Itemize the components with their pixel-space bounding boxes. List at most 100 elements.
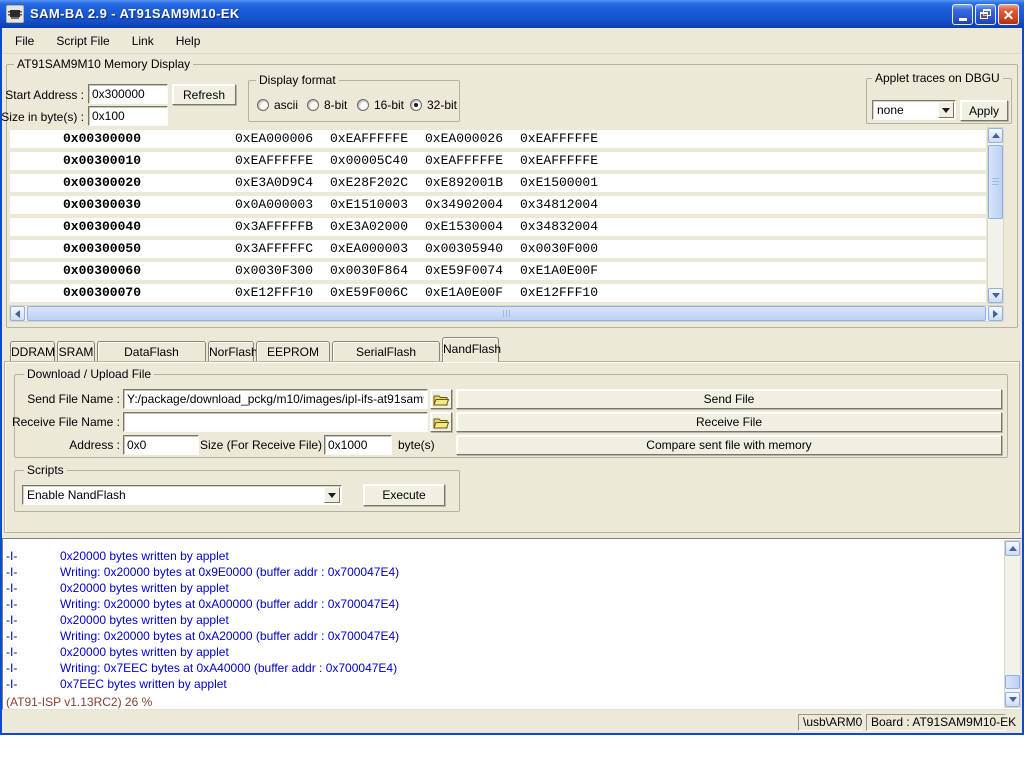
table-row: 0x00300010 0xEAFFFFFE 0x00005C40 0xEAFFF… xyxy=(10,152,986,170)
connection-status: \usb\ARM0 xyxy=(798,714,862,731)
start-address-input[interactable] xyxy=(88,84,168,104)
table-row: 0x00300070 0xE12FFF10 0xE59F006C 0xE1A0E… xyxy=(10,284,986,302)
scripts-combobox[interactable]: Enable NandFlash xyxy=(22,485,342,505)
radio-16-bit[interactable]: 16-bit xyxy=(357,98,404,112)
window-title: SAM-BA 2.9 - AT91SAM9M10-EK xyxy=(30,0,240,28)
browse-send-file-button[interactable] xyxy=(430,389,452,409)
minimize-icon xyxy=(959,18,967,21)
radio-ascii-circle-icon xyxy=(257,99,269,111)
log-line: -I-0x20000 bytes written by applet xyxy=(3,549,1001,565)
table-row: 0x00300050 0x3AFFFFFC 0xEA000003 0x00305… xyxy=(10,240,986,258)
scroll-down-button[interactable] xyxy=(988,288,1003,303)
board-status: Board : AT91SAM9M10-EK xyxy=(866,714,1006,731)
radio-32-bit[interactable]: 32-bit xyxy=(410,98,457,112)
execute-button[interactable]: Execute xyxy=(363,484,445,506)
send-file-button[interactable]: Send File xyxy=(456,389,1002,409)
folder-open-icon xyxy=(433,416,449,429)
memory-horizontal-scrollbar[interactable] xyxy=(9,305,1004,322)
tab-ddram[interactable]: DDRAM xyxy=(10,341,55,362)
scroll-left-button[interactable] xyxy=(10,306,25,321)
scripts-selected-value: Enable NandFlash xyxy=(27,488,126,502)
menu-item-help[interactable]: Help xyxy=(165,30,212,52)
thumb-grip-icon xyxy=(503,310,511,317)
table-row: 0x00300030 0x0A000003 0xE1510003 0x34902… xyxy=(10,196,986,214)
scroll-right-button[interactable] xyxy=(988,306,1003,321)
receive-file-name-label: Receive File Name : xyxy=(8,415,120,429)
log-lines: -I-0x20000 bytes written by applet -I-Wr… xyxy=(3,549,1001,693)
thumb-grip-icon xyxy=(992,178,999,186)
log-line: -I-Writing: 0x7EEC bytes at 0xA40000 (bu… xyxy=(3,661,1001,677)
download-upload-legend: Download / Upload File xyxy=(24,367,154,381)
scrollbar-thumb[interactable] xyxy=(27,306,986,321)
scroll-up-button[interactable] xyxy=(988,128,1003,143)
table-row: 0x00300020 0xE3A0D9C4 0xE28F202C 0xE8920… xyxy=(10,174,986,192)
tab-norflash[interactable]: NorFlash xyxy=(208,341,254,362)
tab-dataflash[interactable]: DataFlash AT45DB/DCB xyxy=(97,341,206,362)
log-prompt: (AT91-ISP v1.13RC2) 26 % xyxy=(6,695,152,709)
size-in-bytes-input[interactable] xyxy=(88,106,168,126)
browse-receive-file-button[interactable] xyxy=(430,412,452,432)
menu-bar: File Script File Link Help xyxy=(2,28,1022,54)
chevron-down-icon xyxy=(942,108,950,113)
scripts-dropdown-button[interactable] xyxy=(324,487,340,503)
refresh-button[interactable]: Refresh xyxy=(172,84,236,105)
minimize-button[interactable] xyxy=(952,4,973,25)
tab-nandflash[interactable]: NandFlash xyxy=(442,337,499,362)
arrow-down-icon xyxy=(992,293,1000,298)
scroll-down-button[interactable] xyxy=(1005,692,1020,707)
size-for-receive-input[interactable] xyxy=(324,435,392,455)
send-file-name-label: Send File Name : xyxy=(8,392,120,406)
receive-file-button[interactable]: Receive File xyxy=(456,412,1002,432)
scroll-up-button[interactable] xyxy=(1005,541,1020,556)
size-for-receive-label: Size (For Receive File) : xyxy=(200,438,320,452)
send-file-name-input[interactable] xyxy=(123,389,428,409)
arrow-down-icon xyxy=(1009,697,1017,702)
apply-button[interactable]: Apply xyxy=(960,100,1008,121)
table-row: 0x00300040 0x3AFFFFFB 0xE3A02000 0xE1530… xyxy=(10,218,986,236)
size-in-bytes-label: Size in byte(s) : xyxy=(0,110,84,124)
table-row: 0x00300000 0xEA000006 0xEAFFFFFE 0xEA000… xyxy=(10,130,986,148)
radio-ascii[interactable]: ascii xyxy=(257,98,298,112)
radio-32bit-circle-icon xyxy=(410,99,422,111)
tab-sram[interactable]: SRAM xyxy=(57,341,95,362)
receive-file-name-input[interactable] xyxy=(123,412,428,432)
log-line: -I-0x20000 bytes written by applet xyxy=(3,613,1001,629)
arrow-up-icon xyxy=(992,133,1000,138)
status-bar: \usb\ARM0 Board : AT91SAM9M10-EK xyxy=(2,712,1022,733)
scrollbar-thumb[interactable] xyxy=(988,145,1003,219)
window-border xyxy=(0,733,1024,735)
tab-eeprom[interactable]: EEPROM AT24 xyxy=(256,341,330,362)
compare-file-button[interactable]: Compare sent file with memory xyxy=(456,435,1002,455)
address-label: Address : xyxy=(8,438,120,452)
log-line: -I-0x20000 bytes written by applet xyxy=(3,645,1001,661)
log-vertical-scrollbar[interactable] xyxy=(1004,540,1021,708)
restore-button[interactable] xyxy=(975,4,996,25)
close-icon: ✕ xyxy=(1003,8,1015,22)
applet-traces-dropdown-button[interactable] xyxy=(938,102,954,118)
menu-item-script-file[interactable]: Script File xyxy=(45,30,120,52)
tab-serialflash[interactable]: SerialFlash AT25/AT26 xyxy=(332,341,440,362)
scrollbar-thumb[interactable] xyxy=(1005,675,1020,689)
address-input[interactable] xyxy=(123,435,199,455)
radio-8-bit[interactable]: 8-bit xyxy=(307,98,347,112)
app-chip-icon xyxy=(6,5,24,23)
memory-display-legend: AT91SAM9M10 Memory Display xyxy=(14,57,193,71)
memory-vertical-scrollbar[interactable] xyxy=(987,127,1004,304)
menu-item-file[interactable]: File xyxy=(4,30,45,52)
arrow-left-icon xyxy=(15,310,20,318)
close-button[interactable]: ✕ xyxy=(998,4,1019,25)
applet-traces-value: none xyxy=(877,103,904,117)
log-line: -I-0x7EEC bytes written by applet xyxy=(3,677,1001,693)
applet-traces-combobox[interactable]: none xyxy=(872,100,956,120)
bytes-unit-label: byte(s) xyxy=(398,438,435,452)
menu-item-link[interactable]: Link xyxy=(121,30,165,52)
applet-traces-legend: Applet traces on DBGU xyxy=(872,71,1003,85)
log-line: -I-Writing: 0x20000 bytes at 0xA00000 (b… xyxy=(3,597,1001,613)
radio-16bit-circle-icon xyxy=(357,99,369,111)
chevron-down-icon xyxy=(328,493,336,498)
restore-icon xyxy=(980,9,991,20)
start-address-label: Start Address : xyxy=(0,88,84,102)
title-bar: SAM-BA 2.9 - AT91SAM9M10-EK ✕ xyxy=(0,0,1024,28)
window-border xyxy=(0,28,2,735)
arrow-up-icon xyxy=(1009,546,1017,551)
